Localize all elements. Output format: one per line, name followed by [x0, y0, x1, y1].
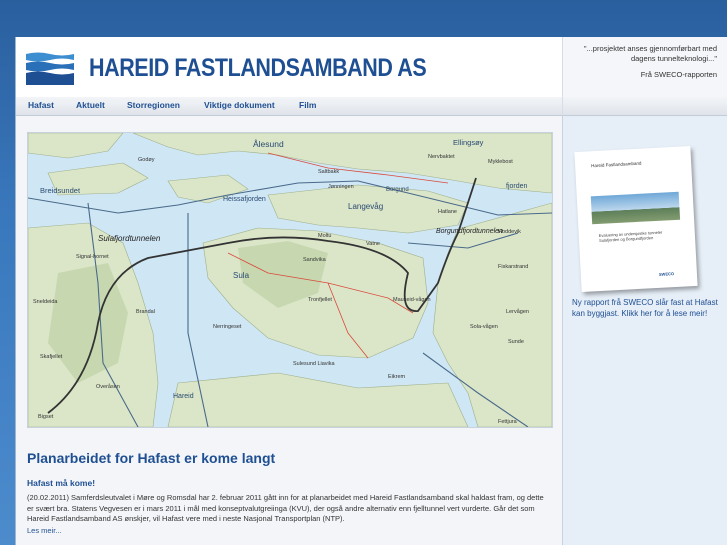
read-more-link[interactable]: Les meir... [27, 526, 62, 535]
report-subtitle: Evaluering av undersjøiske tunneler Sula… [598, 229, 663, 243]
map-label-borgundfjordtunnelen: Borgundfjordtunnelen [436, 228, 503, 235]
report-title: Hareid Fastlandsamband [591, 160, 642, 169]
nav-item-storregionen[interactable]: Storregionen [127, 100, 180, 110]
sidebar-report-link[interactable]: Ny rapport frå SWECO slår fast at Hafast… [572, 297, 722, 319]
map-label-hoddevik: Hoddevik [498, 229, 521, 235]
map-label-eikrem: Eikrem [388, 374, 406, 380]
map-label-myklebost: Myklebost [488, 159, 513, 165]
map-label-tronfjellet: Tronfjellet [308, 297, 332, 303]
map-label-nervbaktet: Nervbaktet [428, 154, 455, 160]
map-label-saltbakk: Saltbakk [318, 169, 339, 175]
map-label-sulafjordtunnelen: Sulafjordtunnelen [98, 234, 161, 243]
quote-box: "...prosjektet anses gjennomførbart med … [562, 37, 727, 97]
map-label-ellingsoy: Ellingsøy [453, 138, 484, 147]
quote-source: Frå SWECO-rapporten [640, 70, 717, 79]
map-label-hatlane: Hatlane [438, 209, 457, 215]
map-label-solavagen: Sola-vågen [470, 323, 498, 330]
map-label-fjorden: fjorden [506, 183, 528, 190]
report-logo: SWECO [658, 271, 675, 277]
waves-logo-icon[interactable] [26, 51, 74, 85]
site-title[interactable]: HAREID FASTLANDSAMBAND AS [89, 54, 427, 83]
site-header: HAREID FASTLANDSAMBAND AS "...prosjektet… [16, 37, 727, 98]
nav-right-filler [562, 97, 727, 116]
main-content: Ålesund Ellingsøy Breidsundet Heissafjor… [16, 116, 562, 545]
map-label-fettjura: Fettjura [498, 419, 518, 425]
nav-item-hafast[interactable]: Hafast [28, 100, 54, 110]
map-label-signalhornet: Signal-hornet [76, 254, 109, 260]
nav-item-aktuelt[interactable]: Aktuelt [76, 100, 105, 110]
article-title[interactable]: Planarbeidet for Hafast er kome langt [27, 450, 275, 466]
map-label-hareid: Hareid [173, 393, 194, 400]
map-label-sulesund: Sulesund Liavika [293, 361, 336, 367]
nav-item-viktige-dokument[interactable]: Viktige dokument [204, 100, 275, 110]
page: HAREID FASTLANDSAMBAND AS "...prosjektet… [15, 37, 727, 545]
map-label-moltu: Moltu [318, 233, 331, 239]
map-label-skafjellet: Skafjellet [40, 354, 63, 360]
map-label-nerringeset: Nerringeset [213, 324, 242, 330]
map-label-breidsundet: Breidsundet [40, 186, 81, 195]
report-cover-image[interactable]: Hareid Fastlandsamband Evaluering av und… [574, 146, 698, 292]
sidebar: Hareid Fastlandsamband Evaluering av und… [562, 116, 727, 545]
map-label-mauseidvagen: Mauseid-vågen [393, 296, 431, 303]
report-photo [590, 191, 681, 225]
quote-text: "...prosjektet anses gjennomførbart med … [583, 44, 717, 63]
article-subtitle[interactable]: Hafast må kome! [27, 478, 95, 488]
map-label-jonningen: Jønningen [328, 184, 354, 190]
map-label-sneldeida: Sneldeida [33, 299, 58, 305]
route-map-svg: Ålesund Ellingsøy Breidsundet Heissafjor… [28, 133, 552, 427]
map-label-overaasen: Overåsen [96, 383, 120, 390]
map-label-sula: Sula [233, 271, 250, 280]
map-label-borgund: Borgund [386, 187, 409, 193]
nav-item-film[interactable]: Film [299, 100, 316, 110]
map-label-heissafjorden: Heissafjorden [223, 196, 266, 203]
map-label-fiskarstrand: Fiskarstrand [498, 264, 528, 270]
map-label-sunde: Sunde [508, 339, 524, 345]
map-label-sandvika: Sandvika [303, 257, 327, 263]
map-label-langevag: Langevåg [348, 202, 383, 211]
map-label-alesund: Ålesund [253, 139, 284, 149]
map-label-vatne: Vatne [366, 241, 380, 247]
map-label-lervagen: Lervågen [506, 308, 529, 315]
map-label-bigset: Bigset [38, 414, 54, 420]
article-body: (20.02.2011) Samferdsleutvalet i Møre og… [27, 493, 544, 523]
route-map[interactable]: Ålesund Ellingsøy Breidsundet Heissafjor… [27, 132, 553, 428]
main-nav: Hafast Aktuelt Storregionen Viktige doku… [16, 97, 562, 116]
map-label-brandal: Brandal [136, 309, 155, 315]
map-label-godoy: Godøy [138, 157, 155, 163]
